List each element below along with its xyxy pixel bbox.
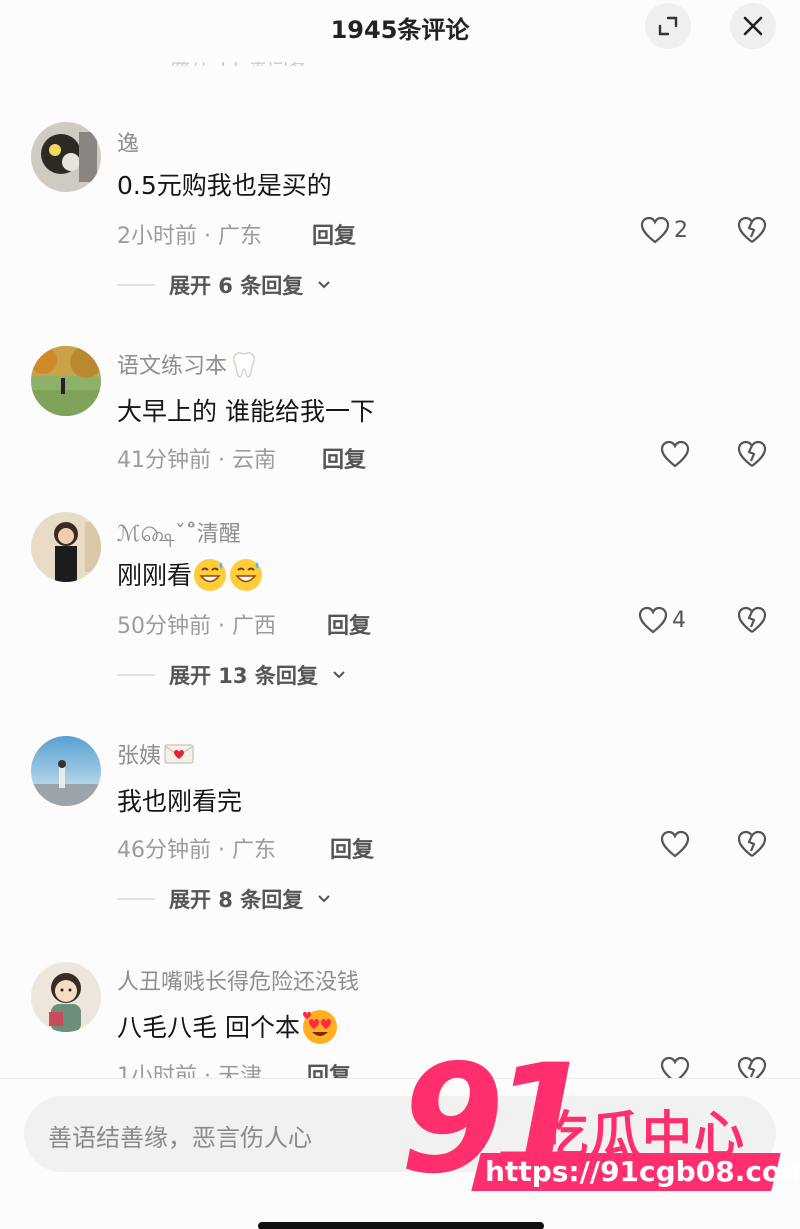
reply-button[interactable]: 回复 [312,218,356,250]
username[interactable]: ℳ௸ˇ˚̈清醒 [117,516,241,550]
grinning-sweat-emoji [230,559,263,591]
username[interactable]: 逸 [117,126,139,158]
comment-text: 八毛八毛 回个本 [117,1006,340,1046]
dislike-button[interactable] [736,606,768,638]
comment-text: 0.5元购我也是买的 [117,171,332,200]
expand-replies-button[interactable]: 展开 8 条回复 [117,884,331,914]
broken-heart-icon [737,606,767,633]
tooth-emoji [233,352,256,378]
divider-line [117,284,155,286]
like-count: 2 [674,217,688,243]
username[interactable]: 语文练习本 [117,348,259,380]
comment-input-placeholder: 善语结善缘，恶言伤人心 [48,1124,312,1152]
avatar[interactable] [31,962,101,1032]
divider-line [117,674,155,676]
like-button[interactable] [660,440,694,468]
watermark-url: https://91cgb08.com [485,1155,800,1188]
close-icon [743,16,763,36]
broken-heart-icon [737,440,767,467]
username[interactable]: 人丑嘴贱长得危险还没钱 [117,964,359,996]
comment-text: 刚刚看 [117,556,264,592]
avatar[interactable] [31,736,101,806]
love-letter-emoji [164,744,194,764]
username[interactable]: 张姨 [117,738,195,770]
comment-time-location: 41分钟前 · 云南 [117,448,276,473]
home-indicator [258,1222,544,1229]
comment-text: 我也刚看完 [117,787,243,816]
like-button[interactable]: 4 [638,606,686,634]
reply-button[interactable]: 回复 [327,608,371,640]
expand-icon [658,16,678,36]
comment-time-location: 2小时前 · 广东 [117,224,262,249]
comments-header: 1945条评论 [0,0,800,62]
like-button[interactable] [660,830,694,858]
chevron-down-icon [333,671,345,679]
reply-button[interactable]: 回复 [322,442,366,474]
dislike-button[interactable] [736,440,768,472]
avatar[interactable] [31,512,101,582]
watermark-logo: 91 吃瓜中心 https://91cgb08.com [400,1045,800,1205]
chevron-down-icon [318,895,330,903]
broken-heart-icon [737,830,767,857]
comment-time-location: 50分钟前 · 广西 [117,614,276,639]
dislike-button[interactable] [736,216,768,248]
comment-time-location: 46分钟前 · 广东 [117,838,276,863]
expand-replies-button[interactable]: 展开 6 条回复 [117,270,331,300]
heart-icon [640,216,670,244]
heart-eyes-emoji [302,1010,337,1044]
chevron-down-icon [318,281,330,289]
comment-text: 大早上的 谁能给我一下 [117,397,375,426]
divider-line [117,898,155,900]
like-count: 4 [672,607,686,633]
heart-icon [638,606,668,634]
like-button[interactable]: 2 [640,216,688,244]
heart-icon [660,830,690,858]
dislike-button[interactable] [736,830,768,862]
broken-heart-icon [737,216,767,243]
expand-button[interactable] [645,3,691,49]
expand-replies-button[interactable]: 展开 13 条回复 [117,660,346,690]
close-button[interactable] [730,3,776,49]
grinning-sweat-emoji [194,559,227,591]
avatar[interactable] [31,122,101,192]
avatar[interactable] [31,346,101,416]
heart-icon [660,440,690,468]
reply-button[interactable]: 回复 [330,832,374,864]
